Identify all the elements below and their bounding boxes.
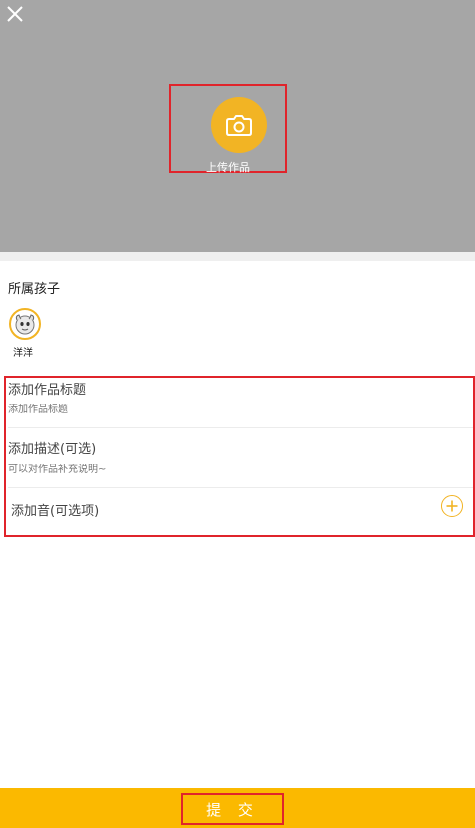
audio-label: 添加音(可选项) [11, 504, 100, 519]
title-label: 添加作品标题 [8, 383, 87, 398]
upload-label: 上传作品 [206, 161, 250, 174]
submit-bar: 提 交 [0, 788, 475, 828]
divider [8, 487, 473, 488]
add-audio-button[interactable] [441, 495, 463, 517]
submit-button[interactable]: 提 交 [181, 793, 284, 825]
plus-circle-icon [446, 500, 458, 512]
close-button[interactable] [4, 3, 26, 25]
goat-avatar-icon [15, 314, 35, 335]
upload-work-area[interactable]: 上传作品 [169, 84, 287, 174]
cover-area[interactable]: 上传作品 [0, 0, 475, 252]
work-info-form: 添加作品标题 添加描述(可选) 添加音(可选项) [4, 376, 475, 537]
child-avatar[interactable] [9, 308, 41, 340]
divider [8, 427, 473, 428]
section-divider [0, 252, 475, 261]
title-input[interactable] [8, 404, 448, 415]
description-label: 添加描述(可选) [8, 442, 97, 457]
description-input[interactable] [8, 464, 448, 475]
upload-button[interactable] [211, 97, 267, 153]
child-name: 洋洋 [13, 348, 33, 359]
camera-icon [226, 115, 252, 136]
child-section-title: 所属孩子 [8, 282, 61, 297]
upload-work-page: 上传作品 所属孩子 洋洋 添加作品标题 添加描述(可选) 添加音(可选项) [0, 0, 475, 828]
close-icon [7, 6, 23, 22]
